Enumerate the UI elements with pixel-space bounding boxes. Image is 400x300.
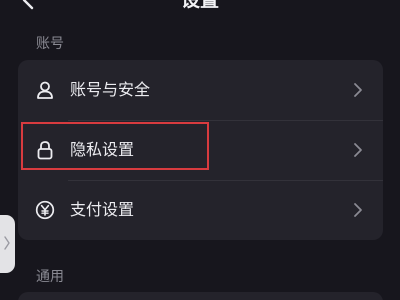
side-drawer-handle[interactable] [0,215,15,273]
settings-item-label: 隐私设置 [70,140,135,159]
header: 设置 [0,0,400,22]
chevron-right-icon [353,82,363,98]
chevron-right-icon [353,142,363,158]
section-label-general: 通用 [36,269,64,285]
settings-item-account-security[interactable]: 账号与安全 [18,60,383,120]
settings-page: 设置 账号 账号与安全 隐私设置 支付设置 通用 [0,0,400,300]
yen-icon [35,200,55,220]
general-settings-card [18,292,383,300]
settings-item-label: 支付设置 [70,200,135,219]
chevron-right-icon [353,202,363,218]
settings-item-payment[interactable]: 支付设置 [18,180,383,240]
user-icon [35,80,55,100]
chevron-right-icon [4,236,10,250]
account-settings-card: 账号与安全 隐私设置 支付设置 [18,60,383,240]
lock-icon [35,140,55,160]
settings-item-privacy[interactable]: 隐私设置 [18,120,383,180]
section-label-account: 账号 [36,36,64,52]
page-title: 设置 [180,0,219,11]
settings-item-label: 账号与安全 [70,80,151,99]
